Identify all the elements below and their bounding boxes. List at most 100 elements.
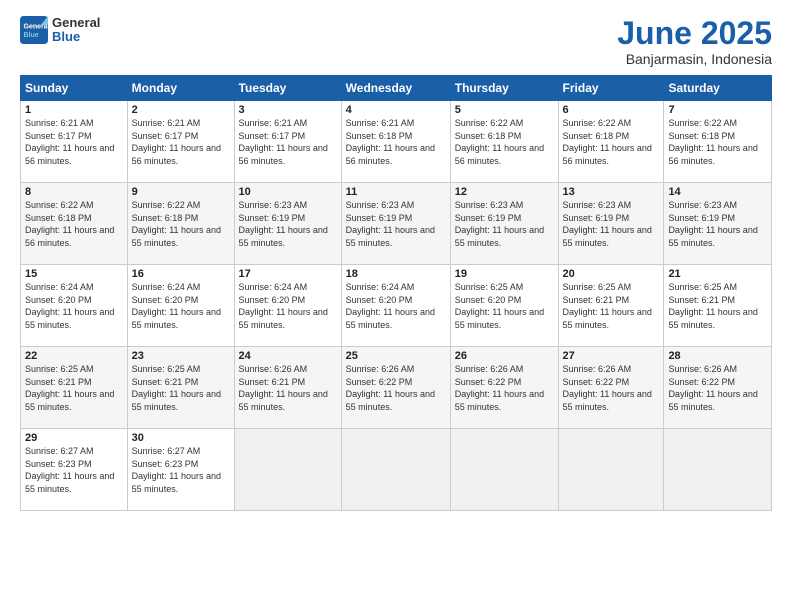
col-tuesday: Tuesday	[234, 76, 341, 101]
day-number: 4	[346, 104, 446, 116]
calendar-cell: 13Sunrise: 6:23 AMSunset: 6:19 PMDayligh…	[558, 183, 664, 265]
day-number: 24	[239, 350, 337, 362]
calendar-week-2: 8Sunrise: 6:22 AMSunset: 6:18 PMDaylight…	[21, 183, 772, 265]
day-number: 3	[239, 104, 337, 116]
day-info: Sunrise: 6:22 AMSunset: 6:18 PMDaylight:…	[132, 199, 230, 249]
calendar-cell: 17Sunrise: 6:24 AMSunset: 6:20 PMDayligh…	[234, 265, 341, 347]
day-number: 18	[346, 268, 446, 280]
day-info: Sunrise: 6:23 AMSunset: 6:19 PMDaylight:…	[346, 199, 446, 249]
col-saturday: Saturday	[664, 76, 772, 101]
day-number: 13	[563, 186, 660, 198]
logo-general: General	[52, 15, 100, 30]
day-info: Sunrise: 6:22 AMSunset: 6:18 PMDaylight:…	[668, 117, 767, 167]
calendar-cell: 12Sunrise: 6:23 AMSunset: 6:19 PMDayligh…	[450, 183, 558, 265]
logo-icon: General Blue	[20, 16, 48, 44]
calendar-cell	[450, 429, 558, 511]
calendar-cell: 3Sunrise: 6:21 AMSunset: 6:17 PMDaylight…	[234, 101, 341, 183]
calendar-cell	[341, 429, 450, 511]
calendar-cell: 11Sunrise: 6:23 AMSunset: 6:19 PMDayligh…	[341, 183, 450, 265]
calendar-cell: 18Sunrise: 6:24 AMSunset: 6:20 PMDayligh…	[341, 265, 450, 347]
calendar-cell: 21Sunrise: 6:25 AMSunset: 6:21 PMDayligh…	[664, 265, 772, 347]
day-number: 2	[132, 104, 230, 116]
day-info: Sunrise: 6:24 AMSunset: 6:20 PMDaylight:…	[239, 281, 337, 331]
day-info: Sunrise: 6:24 AMSunset: 6:20 PMDaylight:…	[132, 281, 230, 331]
day-info: Sunrise: 6:21 AMSunset: 6:17 PMDaylight:…	[132, 117, 230, 167]
calendar-header-row: Sunday Monday Tuesday Wednesday Thursday…	[21, 76, 772, 101]
calendar-cell: 1Sunrise: 6:21 AMSunset: 6:17 PMDaylight…	[21, 101, 128, 183]
day-number: 1	[25, 104, 123, 116]
calendar-cell: 5Sunrise: 6:22 AMSunset: 6:18 PMDaylight…	[450, 101, 558, 183]
calendar-cell: 7Sunrise: 6:22 AMSunset: 6:18 PMDaylight…	[664, 101, 772, 183]
day-info: Sunrise: 6:25 AMSunset: 6:21 PMDaylight:…	[25, 363, 123, 413]
day-number: 20	[563, 268, 660, 280]
day-info: Sunrise: 6:26 AMSunset: 6:22 PMDaylight:…	[563, 363, 660, 413]
day-number: 10	[239, 186, 337, 198]
day-number: 16	[132, 268, 230, 280]
calendar-cell: 29Sunrise: 6:27 AMSunset: 6:23 PMDayligh…	[21, 429, 128, 511]
day-info: Sunrise: 6:24 AMSunset: 6:20 PMDaylight:…	[25, 281, 123, 331]
day-info: Sunrise: 6:22 AMSunset: 6:18 PMDaylight:…	[563, 117, 660, 167]
day-number: 26	[455, 350, 554, 362]
day-number: 30	[132, 432, 230, 444]
day-number: 23	[132, 350, 230, 362]
day-number: 27	[563, 350, 660, 362]
day-number: 14	[668, 186, 767, 198]
day-info: Sunrise: 6:25 AMSunset: 6:21 PMDaylight:…	[563, 281, 660, 331]
col-wednesday: Wednesday	[341, 76, 450, 101]
calendar-week-1: 1 Sunrise: 6:21 AMSunset: 6:17 PMDaylight…	[21, 101, 772, 183]
calendar-cell	[558, 429, 664, 511]
calendar-cell: 14Sunrise: 6:23 AMSunset: 6:19 PMDayligh…	[664, 183, 772, 265]
day-info: Sunrise: 6:27 AMSunset: 6:23 PMDaylight:…	[25, 445, 123, 495]
calendar-cell: 10Sunrise: 6:23 AMSunset: 6:19 PMDayligh…	[234, 183, 341, 265]
calendar-cell: 9Sunrise: 6:22 AMSunset: 6:18 PMDaylight…	[127, 183, 234, 265]
day-info: Sunrise: 6:26 AMSunset: 6:21 PMDaylight:…	[239, 363, 337, 413]
calendar-table: Sunday Monday Tuesday Wednesday Thursday…	[20, 75, 772, 511]
day-info: Sunrise: 6:25 AMSunset: 6:21 PMDaylight:…	[668, 281, 767, 331]
calendar-cell: 30Sunrise: 6:27 AMSunset: 6:23 PMDayligh…	[127, 429, 234, 511]
day-info: Sunrise: 6:22 AMSunset: 6:18 PMDaylight:…	[25, 199, 123, 249]
calendar-cell: 24Sunrise: 6:26 AMSunset: 6:21 PMDayligh…	[234, 347, 341, 429]
calendar-cell: 19Sunrise: 6:25 AMSunset: 6:20 PMDayligh…	[450, 265, 558, 347]
calendar-cell: 25Sunrise: 6:26 AMSunset: 6:22 PMDayligh…	[341, 347, 450, 429]
day-number: 9	[132, 186, 230, 198]
logo: General Blue General Blue	[20, 16, 100, 45]
month-title: June 2025	[617, 16, 772, 51]
day-number: 17	[239, 268, 337, 280]
day-info: Sunrise: 6:26 AMSunset: 6:22 PMDaylight:…	[668, 363, 767, 413]
col-friday: Friday	[558, 76, 664, 101]
calendar-week-4: 22Sunrise: 6:25 AMSunset: 6:21 PMDayligh…	[21, 347, 772, 429]
day-number: 6	[563, 104, 660, 116]
calendar-cell: 6Sunrise: 6:22 AMSunset: 6:18 PMDaylight…	[558, 101, 664, 183]
day-number: 7	[668, 104, 767, 116]
day-info: Sunrise: 6:25 AMSunset: 6:21 PMDaylight:…	[132, 363, 230, 413]
day-number: 28	[668, 350, 767, 362]
title-area: June 2025 Banjarmasin, Indonesia	[617, 16, 772, 67]
day-info: Sunrise: 6:21 AMSunset: 6:18 PMDaylight:…	[346, 117, 446, 167]
calendar-cell: 2Sunrise: 6:21 AMSunset: 6:17 PMDaylight…	[127, 101, 234, 183]
day-number: 5	[455, 104, 554, 116]
day-info: Sunrise: 6:22 AMSunset: 6:18 PMDaylight:…	[455, 117, 554, 167]
header: General Blue General Blue June 2025 Banj…	[20, 16, 772, 67]
calendar-cell: 26Sunrise: 6:26 AMSunset: 6:22 PMDayligh…	[450, 347, 558, 429]
day-info: Sunrise: 6:25 AMSunset: 6:20 PMDaylight:…	[455, 281, 554, 331]
day-info: Sunrise: 6:21 AMSunset: 6:17 PMDaylight:…	[239, 117, 337, 167]
day-number: 12	[455, 186, 554, 198]
logo-blue: Blue	[52, 29, 80, 44]
calendar-cell	[234, 429, 341, 511]
calendar-cell: 22Sunrise: 6:25 AMSunset: 6:21 PMDayligh…	[21, 347, 128, 429]
calendar-cell: 28Sunrise: 6:26 AMSunset: 6:22 PMDayligh…	[664, 347, 772, 429]
svg-text:Blue: Blue	[24, 32, 39, 39]
calendar-cell: 27Sunrise: 6:26 AMSunset: 6:22 PMDayligh…	[558, 347, 664, 429]
day-number: 11	[346, 186, 446, 198]
day-number: 15	[25, 268, 123, 280]
page: General Blue General Blue June 2025 Banj…	[0, 0, 792, 612]
day-info: Sunrise: 6:27 AMSunset: 6:23 PMDaylight:…	[132, 445, 230, 495]
day-number: 22	[25, 350, 123, 362]
location: Banjarmasin, Indonesia	[617, 51, 772, 67]
day-info: Sunrise: 6:23 AMSunset: 6:19 PMDaylight:…	[239, 199, 337, 249]
calendar-cell: 8Sunrise: 6:22 AMSunset: 6:18 PMDaylight…	[21, 183, 128, 265]
day-info: Sunrise: 6:23 AMSunset: 6:19 PMDaylight:…	[563, 199, 660, 249]
calendar-cell: 23Sunrise: 6:25 AMSunset: 6:21 PMDayligh…	[127, 347, 234, 429]
day-number: 21	[668, 268, 767, 280]
calendar-week-3: 15Sunrise: 6:24 AMSunset: 6:20 PMDayligh…	[21, 265, 772, 347]
